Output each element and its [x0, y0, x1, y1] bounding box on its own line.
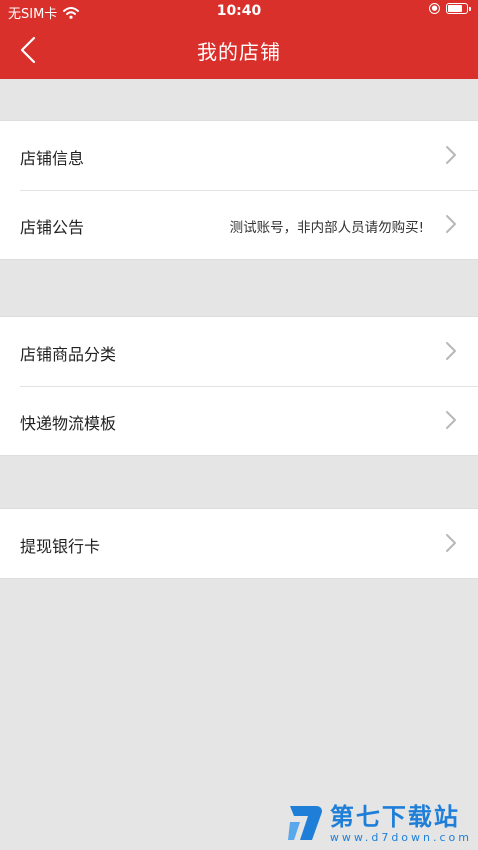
group-store-basics: 店铺信息 店铺公告 测试账号，非内部人员请勿购买!: [0, 120, 478, 260]
battery-icon: [446, 3, 471, 14]
page-title: 我的店铺: [197, 40, 281, 64]
watermark-text: 第七下载站 www.d7down.com: [330, 803, 472, 844]
watermark-url: www.d7down.com: [329, 830, 472, 844]
nav-bar: 我的店铺: [0, 22, 478, 79]
menu-item-label: 店铺公告: [20, 218, 85, 237]
menu-item-label: 快递物流模板: [20, 414, 117, 433]
orientation-lock-icon: ●: [429, 3, 440, 14]
chevron-right-icon: [446, 411, 456, 429]
watermark: 第七下载站 www.d7down.com: [286, 802, 472, 844]
menu-item-value: 测试账号，非内部人员请勿购买!: [229, 220, 424, 236]
status-right: ●: [429, 3, 471, 14]
group-finance: 提现银行卡: [0, 508, 478, 579]
group-store-settings: 店铺商品分类 快递物流模板: [0, 316, 478, 456]
status-time: 10:40: [216, 3, 262, 19]
menu-item-withdraw-bank-card[interactable]: 提现银行卡: [0, 509, 478, 578]
status-bar: 无SIM卡 10:40 ●: [0, 0, 478, 22]
menu-item-label: 店铺商品分类: [20, 345, 117, 364]
menu-item-store-announcement[interactable]: 店铺公告 测试账号，非内部人员请勿购买!: [0, 190, 478, 259]
watermark-logo-icon: [287, 806, 322, 840]
menu-item-store-info[interactable]: 店铺信息: [0, 121, 478, 190]
chevron-right-icon: [446, 342, 456, 360]
menu-item-product-categories[interactable]: 店铺商品分类: [0, 317, 478, 386]
watermark-title: 第七下载站: [329, 802, 460, 831]
chevron-right-icon: [446, 534, 456, 552]
battery-fill: [448, 5, 462, 12]
chevron-right-icon: [446, 146, 456, 164]
menu-item-shipping-template[interactable]: 快递物流模板: [0, 386, 478, 455]
chevron-right-icon: [446, 215, 456, 233]
menu-item-label: 提现银行卡: [20, 537, 101, 556]
menu-item-label: 店铺信息: [20, 149, 85, 168]
